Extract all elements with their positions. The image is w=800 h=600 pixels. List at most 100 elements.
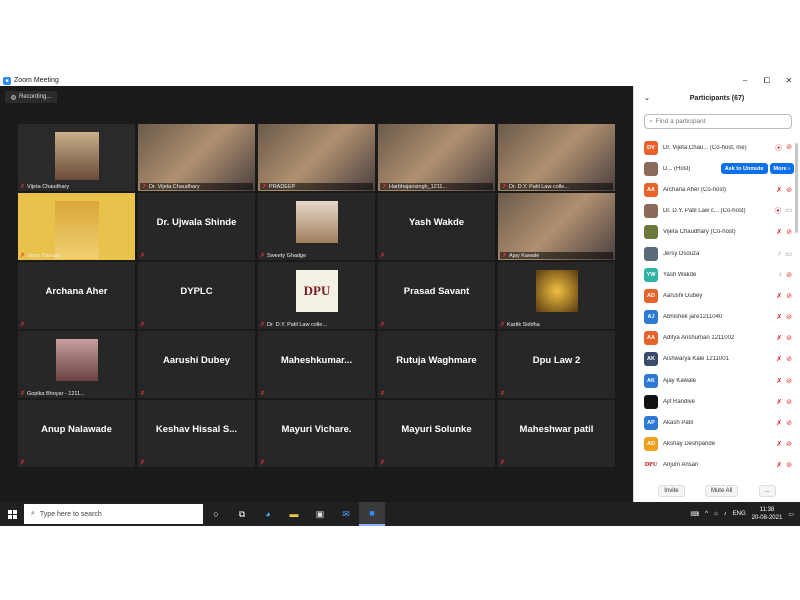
participant-row[interactable]: AA Aditya Anshuman 1211002 ✗ ⊘ (644, 328, 794, 349)
recording-indicator[interactable]: Recording... (5, 91, 58, 103)
invite-button[interactable]: Invite (658, 485, 685, 497)
chevron-down-icon[interactable]: ⌄ (644, 94, 650, 102)
video-tile[interactable]: ✗ Dr. Vijeta.Chaudhary (138, 124, 255, 191)
minimize-button[interactable]: – (734, 76, 756, 85)
video-tile[interactable]: Keshav Hissal S... ✗ (138, 400, 255, 467)
video-tile[interactable]: Mayuri Solunke ✗ (378, 400, 495, 467)
language-indicator[interactable]: ENG (733, 511, 746, 517)
mic-off-icon[interactable]: ✗ (776, 228, 782, 236)
file-explorer-icon[interactable]: ▬ (281, 502, 307, 526)
camera-off-icon[interactable]: ⊘ (786, 313, 792, 321)
video-tile[interactable]: ✗ Gopika Bhoyar - 1211... (18, 331, 135, 398)
video-tile[interactable]: DYPLC ✗ (138, 262, 255, 329)
participant-row[interactable]: YW Yash Wakde ♪ ⊘ (644, 264, 794, 285)
participant-row[interactable]: AD Aarushi Dubey ✗ ⊘ (644, 285, 794, 306)
clock[interactable]: 11:38 20-08-2021 (752, 506, 783, 522)
video-tile[interactable]: ✗ Dr. D.Y. Patil Law colle... (498, 124, 615, 191)
video-tile[interactable]: Mayuri Vichare. ✗ (258, 400, 375, 467)
keyboard-icon[interactable]: ⌨ (690, 511, 699, 518)
more-options-button[interactable]: ... (758, 485, 776, 497)
mail-icon[interactable]: ✉ (333, 502, 359, 526)
participant-row[interactable]: DV Dr. Vijeta.Chau... (Co-host, me) ⦿ ⊘ (644, 137, 794, 158)
video-tile[interactable]: Archana Aher ✗ (18, 262, 135, 329)
video-tile[interactable]: Prasad Savant ✗ (378, 262, 495, 329)
camera-icon[interactable]: ▭ (785, 250, 792, 258)
participant-row[interactable]: AD Akshay Deshpande ✗ ⊘ (644, 434, 794, 455)
participant-row[interactable]: AJ Abhishek jare1211040 ✗ ⊘ (644, 307, 794, 328)
participant-row[interactable]: AK Aishwarya Kale 1211001 ✗ ⊘ (644, 349, 794, 370)
video-tile[interactable]: Maheshkumar... ✗ (258, 331, 375, 398)
video-tile[interactable]: ✗ Jersy Dsouza (18, 193, 135, 260)
video-tile[interactable]: Anup Nalawade ✗ (18, 400, 135, 467)
camera-off-icon[interactable]: ⊘ (786, 334, 792, 342)
participant-row[interactable]: Jersy Dsouza ♪ ▭ (644, 243, 794, 264)
taskbar-search[interactable]: ⌕ Type here to search (24, 504, 203, 524)
participant-row[interactable]: Ajit Randive ✗ ⊘ (644, 391, 794, 412)
more-button[interactable]: More › (769, 163, 794, 175)
video-tile[interactable]: DPU ✗ Dr. D.Y. Patil Law colle... (258, 262, 375, 329)
mic-off-icon[interactable]: ✗ (776, 334, 782, 342)
video-tile[interactable]: ✗ Kartik Siddha (498, 262, 615, 329)
mic-off-icon[interactable]: ✗ (776, 440, 782, 448)
ask-to-unmute-button[interactable]: Ask to Unmute (720, 163, 768, 175)
participant-row[interactable]: DPU Anjum Ansari ✗ ⊘ (644, 455, 794, 476)
video-tile[interactable]: ✗ PRADEEP (258, 124, 375, 191)
participant-row[interactable]: D... (Host) Ask to Unmute More › (644, 158, 794, 179)
video-tile[interactable]: ✗ Vijeta Chaudhary (18, 124, 135, 191)
store-icon[interactable]: ▣ (307, 502, 333, 526)
participant-row[interactable]: AP Akash Patil ✗ ⊘ (644, 412, 794, 433)
camera-off-icon[interactable]: ⊘ (786, 398, 792, 406)
mic-off-icon[interactable]: ✗ (776, 355, 782, 363)
camera-off-icon[interactable]: ⊘ (786, 186, 792, 194)
mute-all-button[interactable]: Mute All (704, 485, 739, 497)
participant-row[interactable]: AK Ajay Kawale ✗ ⊘ (644, 370, 794, 391)
camera-off-icon[interactable]: ⊘ (786, 292, 792, 300)
video-tile[interactable]: ✗ Sweety Ghadge (258, 193, 375, 260)
mic-icon[interactable]: ♪ (778, 250, 782, 258)
mic-off-icon[interactable]: ✗ (776, 398, 782, 406)
close-button[interactable]: ✕ (778, 76, 800, 85)
edge-icon[interactable]: ◕ (255, 502, 281, 526)
video-tile[interactable]: ✗ Harbhajansingh_1211... (378, 124, 495, 191)
video-tile[interactable]: Aarushi Dubey ✗ (138, 331, 255, 398)
video-tile[interactable]: Yash Wakde ✗ (378, 193, 495, 260)
participant-row[interactable]: Vijeta Chaudhary (Co-host) ✗ ⊘ (644, 222, 794, 243)
task-view-icon[interactable]: ⧉ (229, 502, 255, 526)
start-button[interactable] (0, 502, 24, 526)
mic-on-icon[interactable]: ⦿ (775, 143, 782, 153)
video-tile[interactable]: Dpu Law 2 ✗ (498, 331, 615, 398)
volume-icon[interactable]: ♪ (724, 511, 727, 517)
camera-off-icon[interactable]: ⊘ (786, 419, 792, 427)
camera-icon[interactable]: ▭ (785, 206, 792, 216)
mic-icon[interactable]: ♪ (779, 271, 783, 279)
network-icon[interactable]: ⌂ (714, 511, 718, 517)
camera-off-icon[interactable]: ⊘ (786, 228, 792, 236)
mic-off-icon[interactable]: ✗ (776, 313, 782, 321)
participant-row[interactable]: AA Archana Aher (Co-host) ✗ ⊘ (644, 179, 794, 200)
video-tile[interactable]: Dr. Ujwala Shinde ✗ (138, 193, 255, 260)
mic-off-icon[interactable]: ✗ (776, 186, 782, 194)
scrollbar[interactable] (795, 143, 798, 233)
camera-off-icon[interactable]: ⊘ (786, 271, 792, 279)
camera-off-icon[interactable]: ⊘ (786, 377, 792, 385)
search-input[interactable] (655, 118, 776, 125)
video-tile[interactable]: Maheshwar patil ✗ (498, 400, 615, 467)
mic-off-icon[interactable]: ✗ (776, 377, 782, 385)
camera-off-icon[interactable]: ⊘ (786, 143, 792, 153)
cortana-icon[interactable]: ○ (203, 502, 229, 526)
chevron-up-icon[interactable]: ^ (705, 511, 708, 517)
participant-search[interactable]: ⌕ (644, 114, 792, 129)
camera-off-icon[interactable]: ⊘ (786, 461, 792, 469)
mic-off-icon[interactable]: ✗ (776, 461, 782, 469)
video-tile[interactable]: Rutuja Waghmare ✗ (378, 331, 495, 398)
camera-off-icon[interactable]: ⊘ (786, 355, 792, 363)
maximize-button[interactable]: ⧠ (756, 76, 778, 86)
mic-off-icon[interactable]: ✗ (776, 419, 782, 427)
mic-on-icon[interactable]: ⦿ (774, 206, 781, 216)
notifications-icon[interactable]: ▭ (788, 511, 794, 518)
zoom-taskbar-icon[interactable]: ■ (359, 502, 385, 526)
camera-off-icon[interactable]: ⊘ (786, 440, 792, 448)
mic-off-icon[interactable]: ✗ (776, 292, 782, 300)
video-tile[interactable]: ✗ Ajay Kawale (498, 193, 615, 260)
participant-row[interactable]: Dr. D.Y. Patil Law c... (Co-host) ⦿ ▭ (644, 201, 794, 222)
